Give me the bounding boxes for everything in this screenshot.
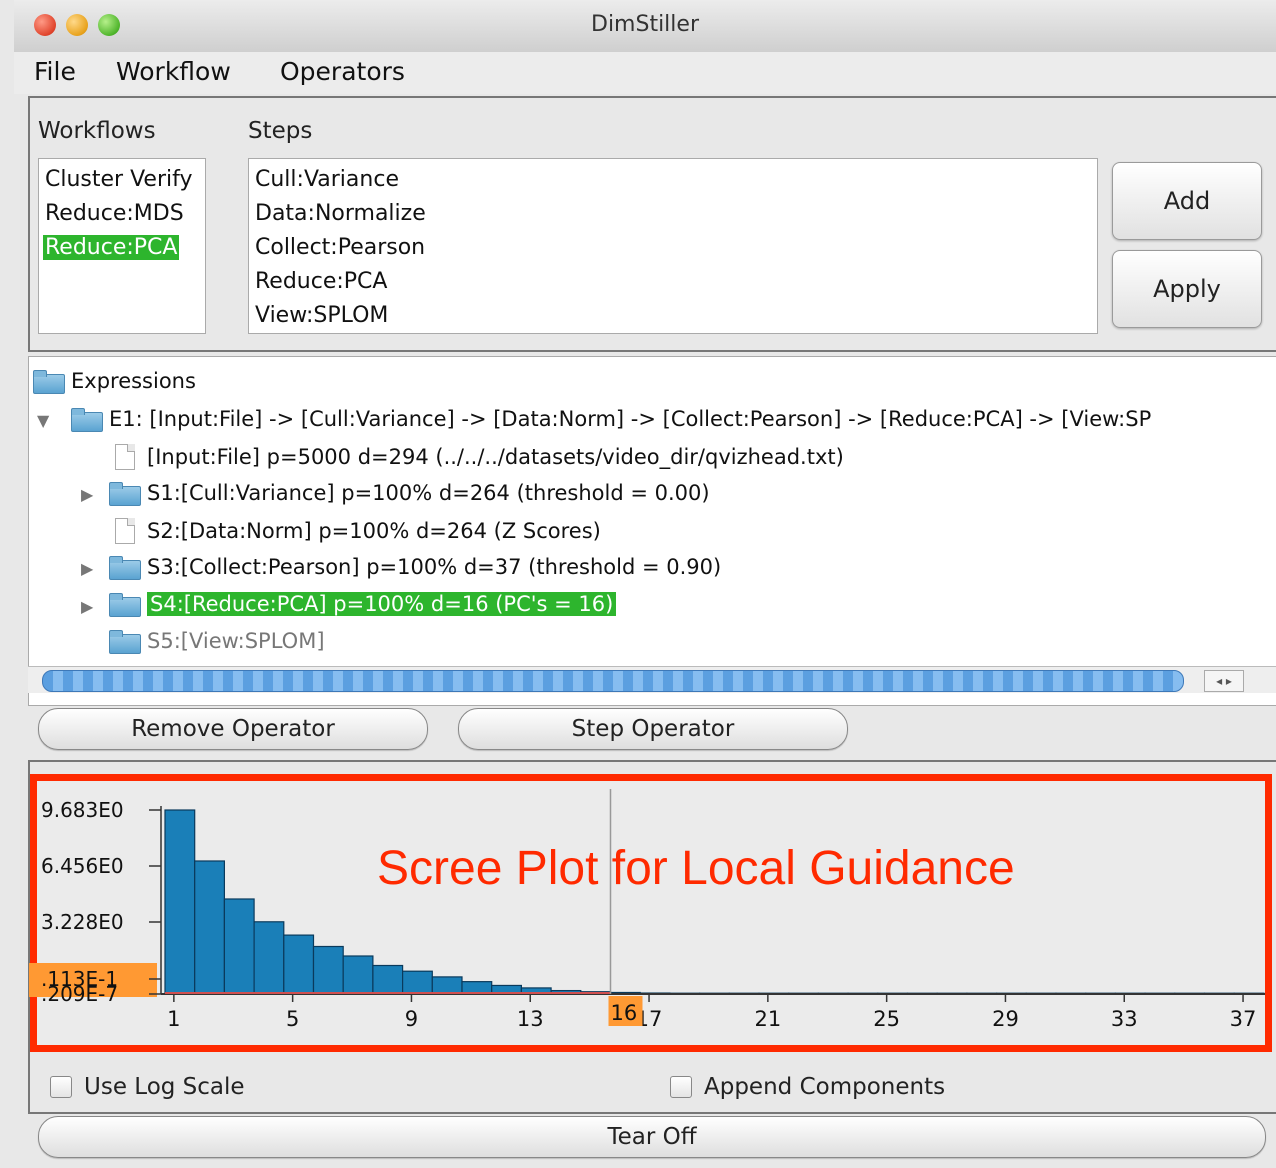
scrollbar-thumb[interactable] — [42, 670, 1184, 692]
scree-bar — [283, 934, 315, 995]
scree-bar — [253, 921, 285, 995]
step-item[interactable]: Data:Normalize — [253, 201, 428, 226]
steps-list[interactable]: Cull:Variance Data:Normalize Collect:Pea… — [248, 158, 1098, 334]
x-tick-label: 25 — [873, 1007, 900, 1031]
scree-bar — [164, 809, 196, 995]
x-tick-label: 33 — [1111, 1007, 1138, 1031]
menu-bar: File Workflow Operators — [14, 52, 1276, 94]
remove-operator-button[interactable]: Remove Operator — [38, 708, 428, 750]
menu-workflow[interactable]: Workflow — [116, 57, 231, 86]
add-button[interactable]: Add — [1112, 162, 1262, 240]
menu-operators[interactable]: Operators — [280, 57, 405, 86]
use-log-scale-checkbox[interactable]: Use Log Scale — [50, 1074, 245, 1100]
y-tick-label: 3.228E0 — [41, 910, 124, 934]
step-item[interactable]: Collect:Pearson — [253, 235, 427, 260]
append-components-checkbox[interactable]: Append Components — [670, 1074, 945, 1100]
tree-item-s5[interactable]: S5:[View:SPLOM] — [109, 629, 325, 654]
y-tick-label: .209E-7 — [41, 982, 118, 1006]
apply-button[interactable]: Apply — [1112, 250, 1262, 328]
x-tick-label: 9 — [405, 1007, 418, 1031]
step-item[interactable]: Cull:Variance — [253, 167, 401, 192]
window-title: DimStiller — [591, 12, 699, 37]
expand-triangle-icon[interactable]: ▶ — [81, 597, 93, 616]
step-item[interactable]: Reduce:PCA — [253, 269, 389, 294]
y-tick-label: 6.456E0 — [41, 854, 124, 878]
y-tick-label: 9.683E0 — [41, 798, 124, 822]
workflows-label: Workflows — [38, 118, 156, 144]
folder-icon — [109, 482, 141, 506]
folder-icon — [71, 408, 103, 432]
file-icon — [115, 444, 135, 470]
scroll-arrows-icon[interactable]: ◂ ▸ — [1204, 670, 1244, 692]
scree-plot-panel: 9.683E0 6.456E0 3.228E0.113E-1.209E-7 1 5 9 13… — [28, 760, 1276, 1114]
tear-off-button[interactable]: Tear Off — [38, 1116, 1266, 1158]
scree-plot[interactable]: 9.683E06.456E03.228E0.113E-1.209E-71 5 9 13… — [29, 781, 1265, 1045]
steps-label: Steps — [248, 118, 313, 144]
scree-bar — [402, 970, 433, 995]
workflow-item[interactable]: Reduce:MDS — [43, 201, 186, 226]
checkbox-icon — [50, 1076, 72, 1098]
scree-plot-highlight-frame: 9.683E0 6.456E0 3.228E0.113E-1.209E-7 1 5 9 13… — [29, 774, 1272, 1052]
tree-item-s4-selected[interactable]: S4:[Reduce:PCA] p=100% d=16 (PC's = 16) — [109, 592, 617, 617]
folder-icon — [109, 593, 141, 617]
file-icon — [115, 518, 135, 544]
scree-bar — [372, 964, 404, 995]
scree-bar — [194, 860, 225, 995]
scree-plot-annotation: Scree Plot for Local Guidance — [377, 842, 1015, 895]
x-tick-label: 5 — [286, 1007, 299, 1031]
x-tick-label: 1 — [167, 1007, 180, 1031]
tree-item-s3[interactable]: S3:[Collect:Pearson] p=100% d=37 (thresh… — [109, 555, 721, 580]
workflow-item[interactable]: Cluster Verify — [43, 167, 195, 192]
folder-icon — [33, 370, 65, 394]
checkbox-icon — [670, 1076, 692, 1098]
workflow-panel: Workflows Steps Cluster Verify Reduce:MD… — [28, 96, 1276, 352]
expand-triangle-icon[interactable]: ▶ — [81, 559, 93, 578]
cutoff-label: 16 — [611, 1001, 638, 1025]
expand-triangle-icon[interactable]: ▶ — [81, 485, 93, 504]
scree-bar — [342, 955, 374, 995]
tree-root[interactable]: Expressions — [33, 369, 196, 394]
workflow-item-selected[interactable]: Reduce:PCA — [43, 235, 180, 260]
folder-icon — [109, 556, 141, 580]
x-tick-label: 29 — [992, 1007, 1019, 1031]
workflows-list[interactable]: Cluster Verify Reduce:MDS Reduce:PCA — [38, 158, 206, 334]
title-bar: DimStiller — [14, 0, 1276, 53]
tree-horizontal-scrollbar[interactable]: ◂ ▸ — [28, 666, 1276, 693]
use-log-scale-label: Use Log Scale — [84, 1074, 245, 1100]
tree-item-s2[interactable]: S2:[Data:Norm] p=100% d=264 (Z Scores) — [115, 518, 601, 544]
x-tick-label: 21 — [754, 1007, 781, 1031]
tree-item-e1[interactable]: E1: [Input:File] -> [Cull:Variance] -> [… — [71, 407, 1151, 432]
step-item[interactable]: View:SPLOM — [253, 303, 390, 328]
x-tick-label: 37 — [1230, 1007, 1257, 1031]
expression-tree[interactable]: Expressions ▼ E1: [Input:File] -> [Cull:… — [28, 356, 1276, 706]
tree-item-s1[interactable]: S1:[Cull:Variance] p=100% d=264 (thresho… — [109, 481, 710, 506]
x-tick-label: 13 — [517, 1007, 544, 1031]
scree-bar — [312, 945, 344, 995]
menu-file[interactable]: File — [34, 57, 76, 86]
collapse-triangle-icon[interactable]: ▼ — [37, 411, 49, 430]
step-operator-button[interactable]: Step Operator — [458, 708, 848, 750]
append-components-label: Append Components — [704, 1074, 946, 1100]
scree-bar — [431, 976, 463, 995]
tree-item-input-file[interactable]: [Input:File] p=5000 d=294 (../../../data… — [115, 444, 844, 470]
scree-bar — [223, 898, 255, 995]
folder-icon — [109, 630, 141, 654]
